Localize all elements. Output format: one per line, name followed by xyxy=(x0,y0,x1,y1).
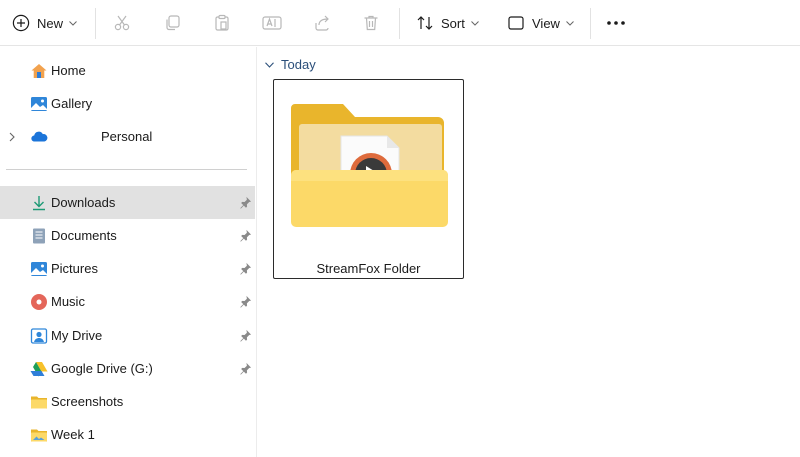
sidebar-item-screenshots[interactable]: Screenshots xyxy=(0,385,255,418)
paste-icon xyxy=(215,14,229,31)
paste-button[interactable] xyxy=(213,0,231,46)
view-icon xyxy=(508,16,524,30)
cut-button[interactable] xyxy=(113,0,131,46)
sidebar-item-week-1[interactable]: Week 1 xyxy=(0,418,255,451)
navigation-pane: Home Gallery Personal Downloads Document… xyxy=(0,47,257,457)
sidebar-item-gallery[interactable]: Gallery xyxy=(0,87,255,120)
new-label: New xyxy=(37,15,64,31)
documents-icon xyxy=(33,228,45,244)
pin-icon[interactable] xyxy=(239,196,252,209)
pin-icon[interactable] xyxy=(239,229,252,242)
music-icon xyxy=(31,294,47,310)
sidebar-item-label: Home xyxy=(51,63,86,78)
google-drive-icon xyxy=(30,362,48,377)
chevron-right-icon[interactable] xyxy=(8,132,16,142)
share-icon xyxy=(315,15,329,31)
sort-label: Sort xyxy=(441,15,465,31)
sidebar-item-label: Google Drive (G:) xyxy=(51,361,153,376)
sidebar-item-label: Screenshots xyxy=(51,394,124,409)
chevron-down-icon xyxy=(69,20,77,26)
sidebar-item-documents[interactable]: Documents xyxy=(0,219,255,252)
sidebar-item-label: Pictures xyxy=(51,261,98,276)
copy-button[interactable] xyxy=(163,0,181,46)
sidebar-item-label: My Drive xyxy=(51,328,103,343)
more-icon xyxy=(607,21,625,25)
file-item-name: StreamFox Folder xyxy=(316,261,421,276)
chevron-down-icon xyxy=(470,20,479,26)
sidebar-item-label: Personal xyxy=(101,129,153,144)
rename-button[interactable] xyxy=(262,0,282,46)
sidebar-item-label: Documents xyxy=(51,228,117,243)
share-button[interactable] xyxy=(313,0,331,46)
copy-icon xyxy=(166,15,180,31)
sort-icon xyxy=(417,16,433,30)
sidebar-item-label: Downloads xyxy=(51,195,116,210)
pin-icon[interactable] xyxy=(239,262,252,275)
more-options-button[interactable] xyxy=(606,0,626,46)
folder-icon xyxy=(31,396,47,409)
toolbar-separator xyxy=(95,8,96,39)
chevron-down-icon xyxy=(566,20,574,26)
view-button[interactable]: View xyxy=(507,0,574,46)
sidebar-item-music[interactable]: Music xyxy=(0,285,255,318)
file-item-streamfox-folder[interactable]: StreamFox Folder xyxy=(273,79,464,279)
onedrive-cloud-icon xyxy=(31,131,48,142)
pin-icon[interactable] xyxy=(239,295,252,308)
sidebar-item-google-drive[interactable]: Google Drive (G:) xyxy=(0,352,255,385)
command-bar: New Sort View xyxy=(0,0,800,46)
sidebar-item-label: Gallery xyxy=(51,96,93,111)
sidebar-item-pictures[interactable]: Pictures xyxy=(0,252,255,285)
sidebar-item-home[interactable]: Home xyxy=(0,54,255,87)
pin-icon[interactable] xyxy=(239,329,252,342)
sidebar-divider xyxy=(6,169,247,170)
delete-button[interactable] xyxy=(362,0,380,46)
sort-button[interactable]: Sort xyxy=(416,0,479,46)
folder-image-icon xyxy=(31,429,47,442)
delete-icon xyxy=(364,15,378,31)
file-list-pane: Today StreamFox Folder xyxy=(257,47,800,457)
toolbar-separator xyxy=(399,8,400,39)
new-button[interactable]: New xyxy=(12,0,77,46)
sidebar-item-downloads[interactable]: Downloads xyxy=(0,186,255,219)
sidebar-item-personal[interactable]: Personal xyxy=(0,120,255,153)
gallery-icon xyxy=(31,97,47,111)
pin-icon[interactable] xyxy=(239,362,252,375)
my-drive-icon xyxy=(30,328,48,344)
sidebar-item-my-drive[interactable]: My Drive xyxy=(0,319,255,352)
pictures-icon xyxy=(31,262,47,276)
chevron-down-icon xyxy=(265,61,274,68)
cut-icon xyxy=(114,15,130,31)
download-icon xyxy=(33,196,45,211)
view-label: View xyxy=(532,15,560,31)
rename-icon xyxy=(262,16,282,30)
group-header-today[interactable]: Today xyxy=(265,57,316,72)
plus-circle-icon xyxy=(12,14,30,32)
group-label: Today xyxy=(281,57,316,72)
sidebar-item-label: Music xyxy=(51,294,85,309)
sidebar-item-label: Week 1 xyxy=(51,427,95,442)
home-icon xyxy=(31,64,47,78)
folder-media-icon xyxy=(291,104,448,227)
toolbar-separator xyxy=(590,8,591,39)
